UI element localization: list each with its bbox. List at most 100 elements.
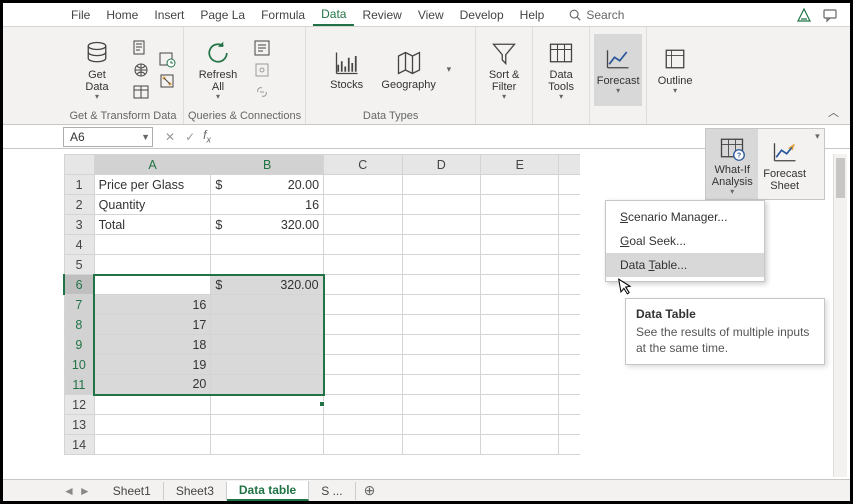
from-text-button[interactable]: [131, 38, 151, 58]
cell-D1[interactable]: [402, 175, 480, 195]
sort-filter-button[interactable]: Sort & Filter ▾: [480, 34, 528, 106]
fill-handle[interactable]: [319, 401, 325, 407]
col-header-C[interactable]: C: [324, 155, 402, 175]
col-header-D[interactable]: D: [402, 155, 480, 175]
row-header-9[interactable]: 9: [64, 335, 94, 355]
search-box[interactable]: Search: [568, 8, 624, 22]
row-header-3[interactable]: 3: [64, 215, 94, 235]
row-header-14[interactable]: 14: [64, 435, 94, 455]
name-box-dropdown-icon[interactable]: ▼: [141, 132, 150, 142]
forecast-sheet-icon: [771, 138, 799, 166]
menu-goal-seek[interactable]: Goal Seek...: [606, 229, 764, 253]
tab-view[interactable]: View: [410, 5, 452, 25]
what-if-menu: Scenario Manager... Goal Seek... Data Ta…: [605, 200, 765, 282]
cell-B9[interactable]: [211, 335, 324, 355]
row-header-12[interactable]: 12: [64, 395, 94, 415]
from-web-button[interactable]: [131, 60, 151, 80]
tab-nav-next-icon[interactable]: ►: [79, 484, 91, 498]
vertical-scrollbar[interactable]: [833, 154, 847, 477]
col-header-A[interactable]: A: [94, 155, 211, 175]
comments-icon[interactable]: [822, 7, 838, 23]
outline-button[interactable]: Outline ▾: [651, 34, 699, 106]
cell-A3[interactable]: Total: [94, 215, 211, 235]
cell-B2[interactable]: 16: [211, 195, 324, 215]
cancel-formula-icon[interactable]: ✕: [165, 130, 175, 144]
enter-formula-icon[interactable]: ✓: [185, 130, 195, 144]
group-label-data-types: Data Types: [310, 110, 471, 124]
existing-connections-button[interactable]: [157, 71, 177, 91]
what-if-analysis-button[interactable]: ? What-If Analysis ▾: [706, 129, 758, 199]
cell-B10[interactable]: [211, 355, 324, 375]
pane-chevron-icon[interactable]: ▾: [811, 129, 824, 199]
cell-B1[interactable]: 20.00: [211, 175, 324, 195]
cell-A1[interactable]: Price per Glass: [94, 175, 211, 195]
forecast-sheet-button[interactable]: Forecast Sheet: [758, 129, 810, 199]
cell-A11[interactable]: 20: [94, 375, 211, 395]
col-header-B[interactable]: B: [211, 155, 324, 175]
name-box[interactable]: A6 ▼: [63, 127, 153, 147]
menu-data-table[interactable]: Data Table...: [606, 253, 764, 277]
tab-nav-prev-icon[interactable]: ◄: [63, 484, 75, 498]
cell-E1[interactable]: [481, 175, 559, 195]
from-table-button[interactable]: [131, 82, 151, 102]
tab-page-layout[interactable]: Page La: [192, 5, 253, 25]
data-tools-button[interactable]: Data Tools ▾: [537, 34, 585, 106]
cell-A8[interactable]: 17: [94, 315, 211, 335]
tab-developer[interactable]: Develop: [452, 5, 512, 25]
cell-C1[interactable]: [324, 175, 402, 195]
add-sheet-button[interactable]: ⊕: [356, 482, 384, 499]
stocks-button[interactable]: Stocks: [323, 34, 371, 106]
scrollbar-thumb[interactable]: [836, 158, 845, 198]
col-header-E[interactable]: E: [481, 155, 559, 175]
tab-formulas[interactable]: Formula: [253, 5, 313, 25]
geography-button[interactable]: Geography: [379, 34, 439, 106]
row-header-4[interactable]: 4: [64, 235, 94, 255]
sheet-tab-sheet1[interactable]: Sheet1: [101, 482, 164, 500]
collapse-ribbon-button[interactable]: ︿: [828, 104, 844, 120]
tab-home[interactable]: Home: [98, 5, 146, 25]
row-header-2[interactable]: 2: [64, 195, 94, 215]
tab-review[interactable]: Review: [354, 5, 409, 25]
queries-button[interactable]: [252, 38, 272, 58]
cell-A9[interactable]: 18: [94, 335, 211, 355]
tab-help[interactable]: Help: [512, 5, 553, 25]
cell-A6[interactable]: [94, 275, 211, 295]
cell-A2[interactable]: Quantity: [94, 195, 211, 215]
sheet-tab-sheet3[interactable]: Sheet3: [164, 482, 227, 500]
row-header-1[interactable]: 1: [64, 175, 94, 195]
row-header-8[interactable]: 8: [64, 315, 94, 335]
forecast-sheet-label: Forecast Sheet: [763, 168, 806, 192]
properties-button[interactable]: [252, 60, 272, 80]
tab-data[interactable]: Data: [313, 4, 354, 26]
get-data-button[interactable]: Get Data ▾: [67, 34, 127, 106]
sheet-tab-data-table[interactable]: Data table: [227, 481, 309, 501]
row-header-6[interactable]: 6: [64, 275, 94, 295]
menu-scenario-manager[interactable]: Scenario Manager...: [606, 205, 764, 229]
cell-B3[interactable]: 320.00: [211, 215, 324, 235]
share-icon[interactable]: [796, 7, 812, 23]
refresh-all-button[interactable]: Refresh All ▾: [188, 34, 248, 106]
outline-icon: [661, 45, 689, 73]
fx-icon[interactable]: fx: [203, 128, 211, 144]
tab-insert[interactable]: Insert: [146, 5, 192, 25]
sheet-tab-more[interactable]: S ...: [309, 482, 355, 500]
cell-B11[interactable]: [211, 375, 324, 395]
row-header-10[interactable]: 10: [64, 355, 94, 375]
recent-sources-button[interactable]: [157, 49, 177, 69]
search-icon: [568, 8, 582, 22]
row-header-13[interactable]: 13: [64, 415, 94, 435]
cell-B6[interactable]: 320.00: [211, 275, 324, 295]
row-header-11[interactable]: 11: [64, 375, 94, 395]
cell-B7[interactable]: [211, 295, 324, 315]
cell-A7[interactable]: 16: [94, 295, 211, 315]
tab-file[interactable]: File: [63, 5, 98, 25]
database-icon: [83, 39, 111, 67]
edit-links-button[interactable]: [252, 82, 272, 102]
forecast-button[interactable]: Forecast ▾: [594, 34, 642, 106]
cell-B8[interactable]: [211, 315, 324, 335]
row-header-7[interactable]: 7: [64, 295, 94, 315]
cell-A10[interactable]: 19: [94, 355, 211, 375]
select-all-corner[interactable]: [64, 155, 94, 175]
row-header-5[interactable]: 5: [64, 255, 94, 275]
what-if-icon: ?: [718, 134, 746, 162]
